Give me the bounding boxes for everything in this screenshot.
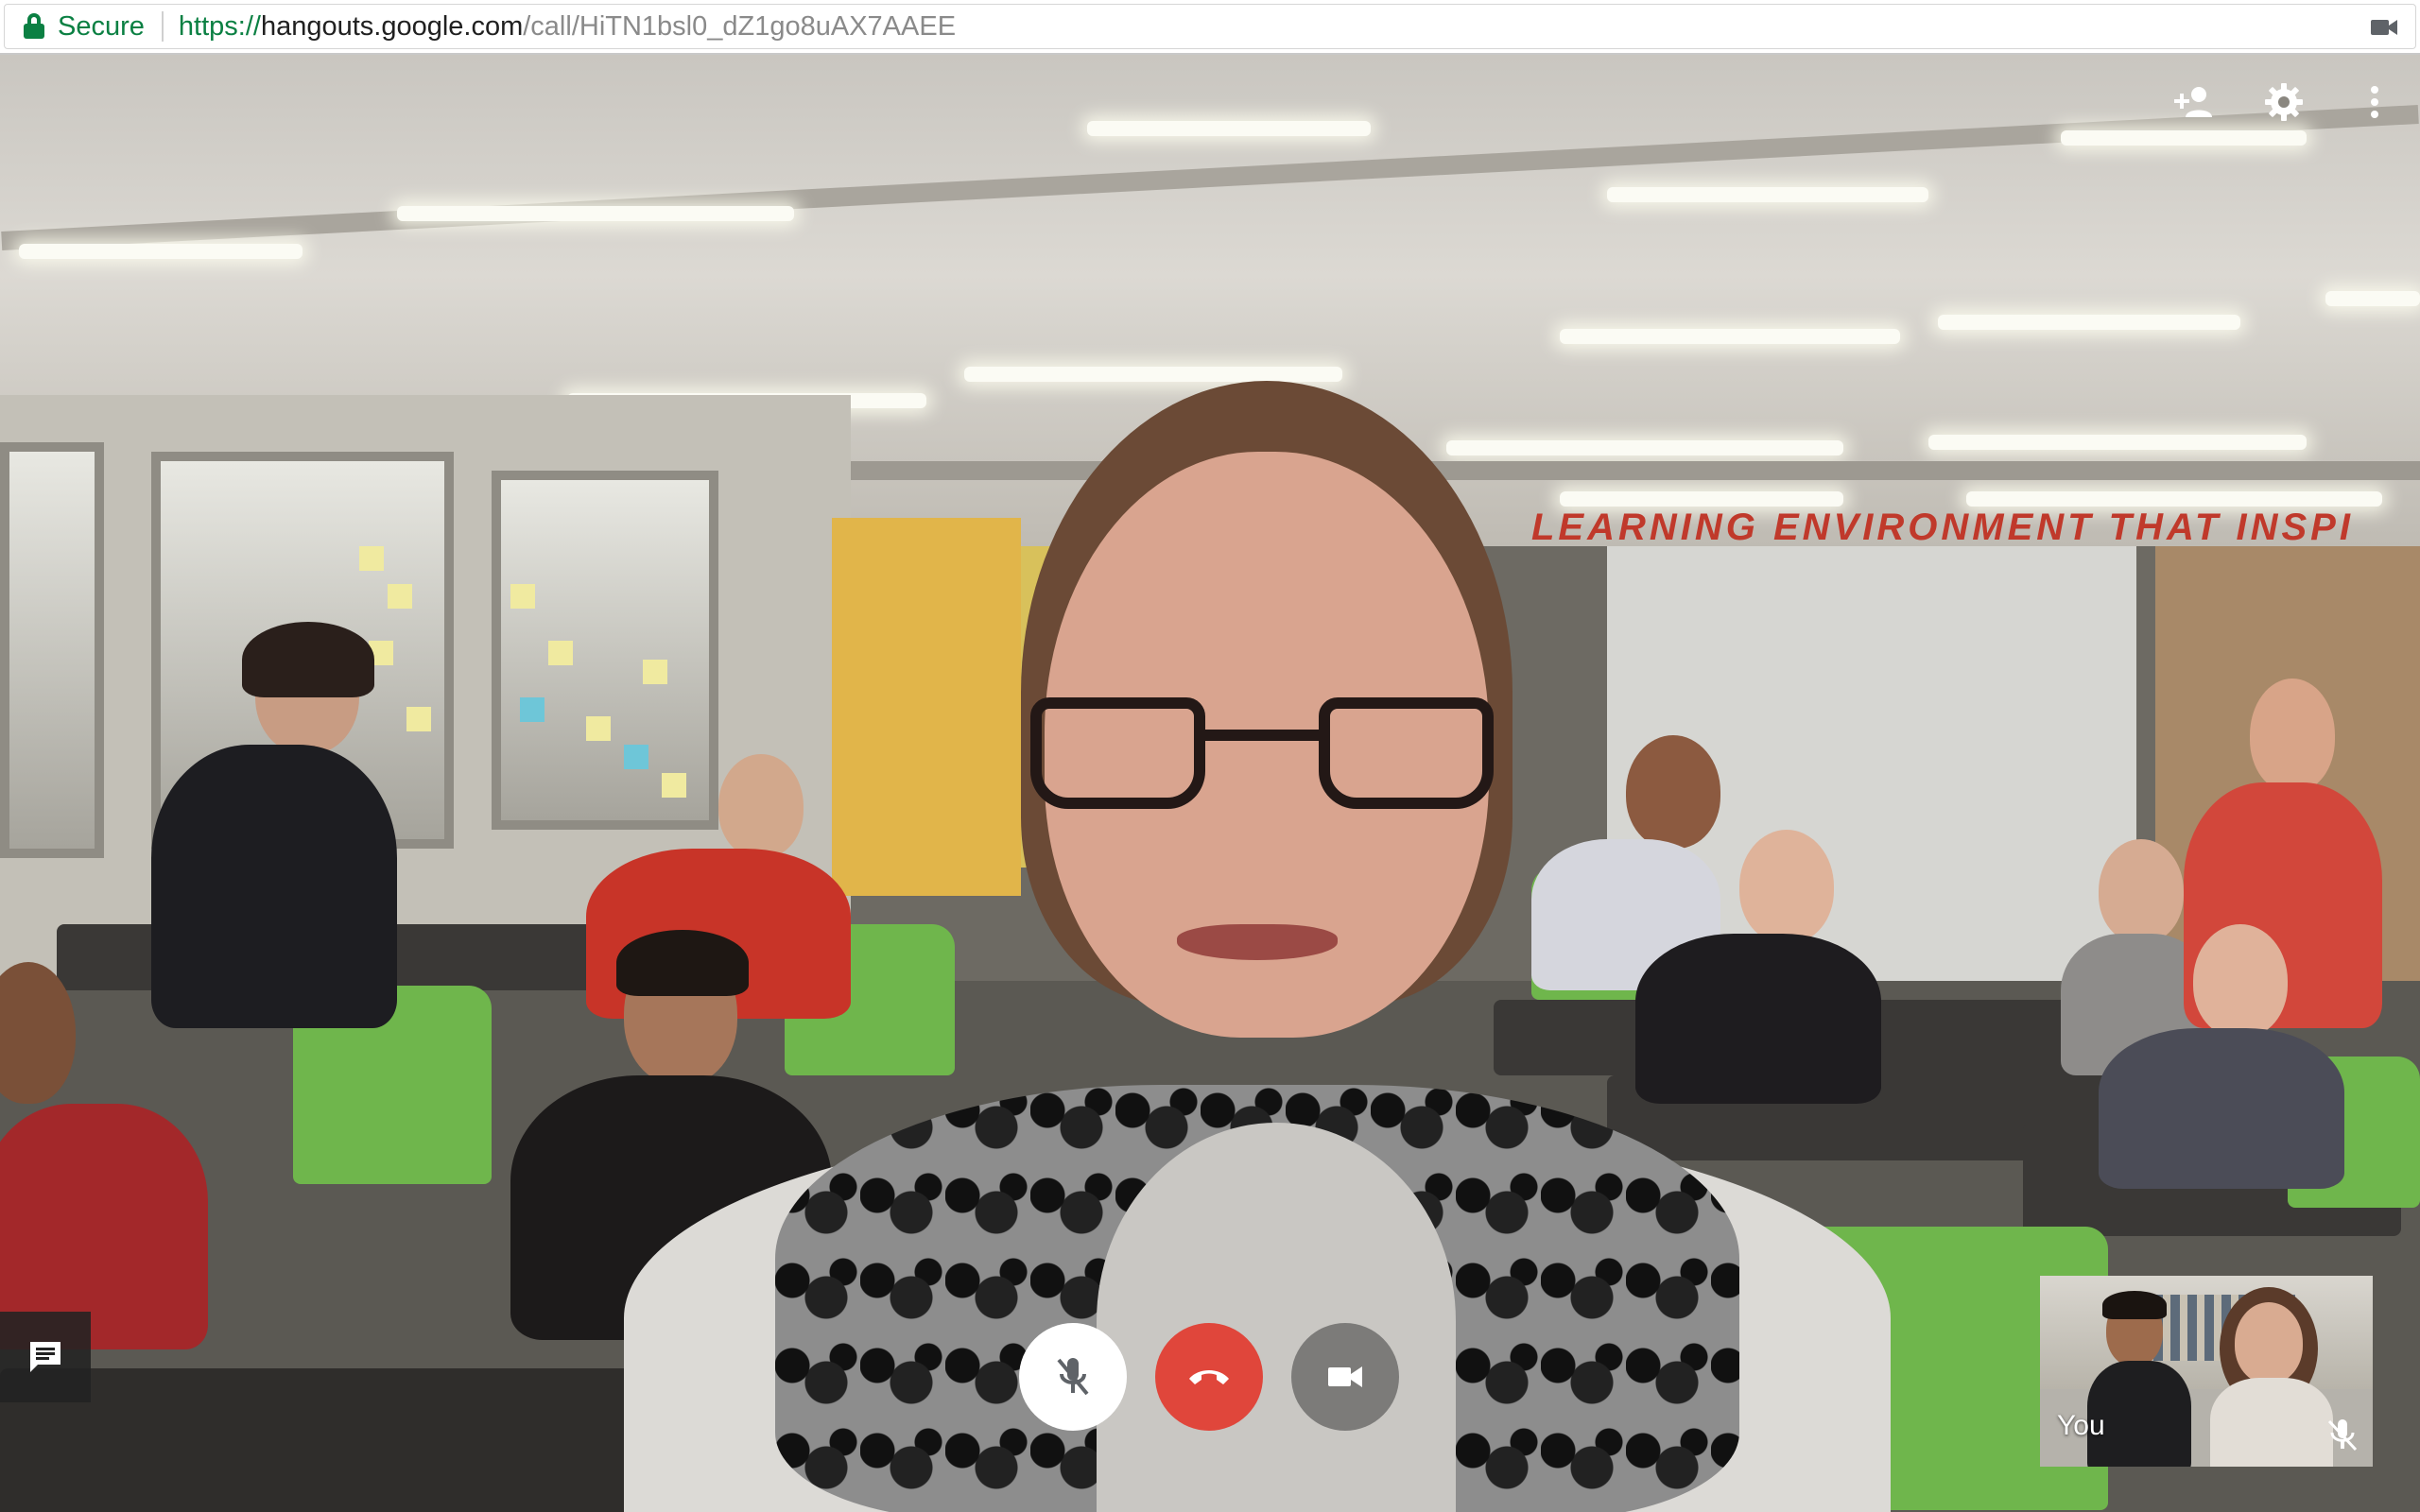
address-separator (161, 11, 164, 42)
browser-address-bar: Secure https://hangouts.google.com/call/… (0, 0, 2420, 55)
secure-label: Secure (58, 10, 145, 42)
url-path: /call/HiTN1bsl0_dZ1go8uAX7AAEE (523, 10, 957, 42)
add-people-button[interactable] (2148, 57, 2238, 147)
hang-up-icon (1187, 1366, 1231, 1388)
url-bar[interactable]: Secure https://hangouts.google.com/call/… (4, 4, 2416, 49)
more-options-button[interactable] (2329, 57, 2420, 147)
hangouts-window: Secure https://hangouts.google.com/call/… (0, 0, 2420, 1512)
mute-microphone-button[interactable] (1019, 1323, 1127, 1431)
self-view-label: You (2057, 1410, 2105, 1441)
camera-in-use-icon[interactable] (2370, 16, 2398, 39)
chat-button[interactable] (0, 1312, 91, 1402)
mic-off-icon (1054, 1355, 1092, 1399)
speaker-glasses (1030, 697, 1205, 809)
call-top-controls (2148, 55, 2420, 149)
add-person-icon (2170, 83, 2216, 121)
lock-icon (24, 13, 44, 40)
url-scheme: https:// (178, 10, 261, 42)
mic-off-icon (2324, 1416, 2361, 1453)
speaker-mouth (1177, 924, 1338, 960)
chat-icon (26, 1338, 64, 1376)
url-host: hangouts.google.com (260, 10, 524, 42)
self-view-thumbnail[interactable]: You (2040, 1276, 2373, 1467)
more-vert-icon (2369, 85, 2380, 119)
settings-button[interactable] (2238, 57, 2329, 147)
camera-toggle-button[interactable] (1291, 1323, 1399, 1431)
videocam-icon (1326, 1364, 1364, 1390)
classroom-banner: LEARNING ENVIRONMENT THAT INSPI (1531, 507, 2354, 548)
call-controls (1019, 1323, 1427, 1431)
gear-icon (2264, 82, 2304, 122)
end-call-button[interactable] (1155, 1323, 1263, 1431)
